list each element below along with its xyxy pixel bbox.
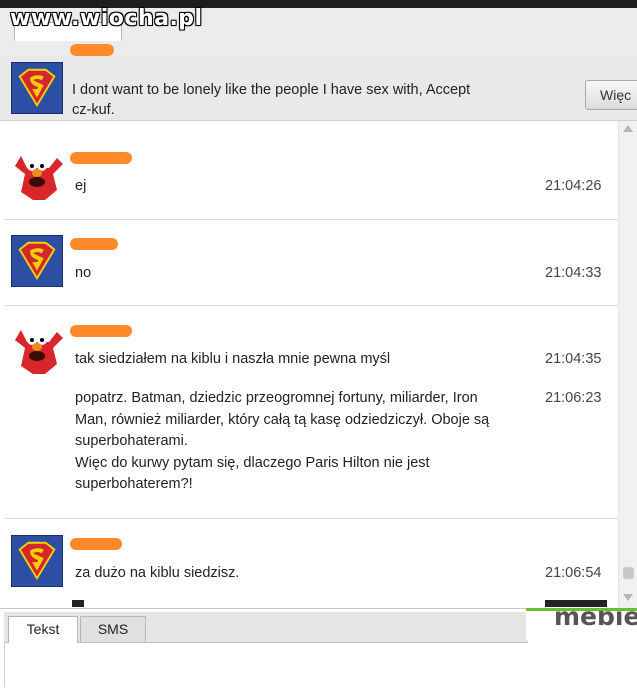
scroll-down-arrow-icon[interactable]	[623, 594, 633, 601]
watermark: www.wiocha.pl	[10, 6, 203, 31]
message-time: 21:06:54	[545, 565, 602, 581]
message-divider	[4, 518, 618, 519]
elmo-avatar	[11, 322, 65, 376]
clipped-message-fragment	[72, 600, 84, 607]
message-text-long: popatrz. Batman, dziedzic przeogromnej f…	[75, 388, 541, 496]
elmo-icon	[15, 156, 63, 200]
scroll-thumb[interactable]	[623, 567, 634, 579]
chat-scrollbar[interactable]	[618, 121, 637, 608]
superman-avatar	[11, 62, 63, 114]
message-line: Więc do kurwy pytam się, dlaczego Paris …	[75, 454, 430, 471]
status-line-1: I dont want to be lonely like the people…	[72, 82, 471, 98]
elmo-avatar	[11, 148, 65, 202]
message-text: tak siedziałem na kiblu i naszła mnie pe…	[75, 351, 391, 367]
sender-name-redacted	[70, 152, 132, 164]
superman-logo-icon	[18, 541, 56, 581]
sender-name-redacted	[70, 238, 118, 250]
message-line: superbohaterem?!	[75, 476, 193, 492]
status-line-2: cz-kuf.	[72, 102, 115, 118]
sender-name-redacted	[70, 325, 132, 337]
message-time: 21:04:35	[545, 351, 602, 367]
brand-logo: mebie	[526, 608, 637, 640]
status-description: I dont want to be lonely like the people…	[72, 80, 572, 120]
scroll-up-arrow-icon[interactable]	[623, 125, 633, 132]
message-line: superbohaterami.	[75, 433, 188, 449]
clipped-message-fragment	[545, 600, 607, 607]
message-input[interactable]	[4, 643, 637, 687]
superman-logo-icon	[18, 241, 56, 281]
message-divider	[4, 305, 618, 306]
contact-name-redacted	[70, 44, 114, 56]
message-text: ej	[75, 178, 87, 194]
logo-text: mebie	[554, 608, 637, 631]
superman-avatar	[11, 535, 63, 587]
message-time: 21:04:33	[545, 265, 602, 281]
sender-name-redacted	[70, 538, 122, 550]
message-line: popatrz. Batman, dziedzic przeogromnej f…	[75, 390, 478, 406]
superman-avatar	[11, 235, 63, 287]
message-text: no	[75, 265, 92, 281]
tab-sms[interactable]: SMS	[80, 616, 146, 642]
message-time: 21:04:26	[545, 178, 602, 194]
message-divider	[4, 219, 618, 220]
message-time: 21:06:23	[545, 390, 602, 406]
more-button[interactable]: Więc	[585, 80, 637, 110]
message-text: za dużo na kiblu siedzisz.	[75, 565, 240, 581]
superman-logo-icon	[18, 68, 56, 108]
message-line: Man, również miliarder, który całą tą ka…	[75, 411, 490, 428]
tab-text[interactable]: Tekst	[8, 616, 78, 643]
elmo-icon	[15, 330, 63, 374]
